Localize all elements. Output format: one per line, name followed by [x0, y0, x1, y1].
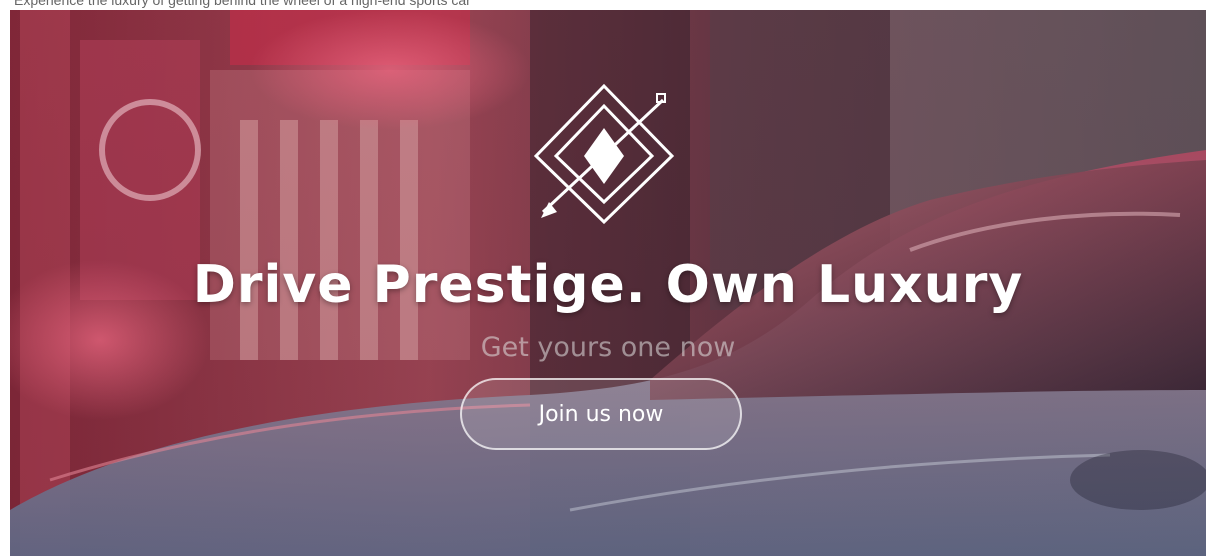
join-us-now-button[interactable]: Join us now [460, 378, 742, 450]
hero-section: Drive Prestige. Own Luxury Get yours one… [10, 10, 1206, 556]
diamond-arrow-logo-icon [533, 84, 675, 224]
hero-headline: Drive Prestige. Own Luxury [192, 255, 1024, 315]
top-cropped-text-strip: Experience the luxury of getting behind … [0, 0, 1216, 10]
hero-subline: Get yours one now [480, 332, 736, 363]
top-cropped-text: Experience the luxury of getting behind … [14, 0, 471, 8]
